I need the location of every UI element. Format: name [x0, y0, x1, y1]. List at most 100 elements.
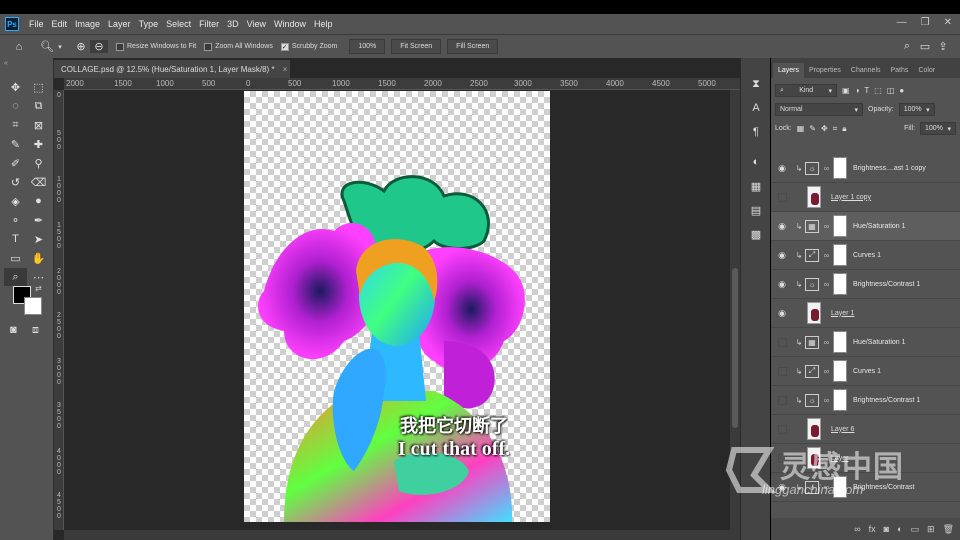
lasso-tool-icon[interactable]: ◌	[4, 97, 27, 115]
filter-toggle-icon[interactable]: ●	[899, 86, 904, 95]
chevron-down-icon[interactable]: ▾	[56, 43, 64, 51]
tab-paths[interactable]: Paths	[886, 63, 914, 78]
close-icon[interactable]: ✕	[944, 17, 952, 28]
filter-pixel-icon[interactable]: ▣	[842, 86, 850, 95]
layer-name[interactable]: Brightness/Contrast 1	[853, 281, 920, 288]
layer-mask-thumbnail[interactable]	[833, 476, 847, 498]
visibility-eye-icon[interactable]: ◉	[771, 279, 793, 290]
mask-link-icon[interactable]: ∞	[822, 396, 831, 405]
dodge-tool-icon[interactable]: ⚬	[4, 211, 27, 229]
layer-mask-thumbnail[interactable]	[833, 360, 847, 382]
tab-color[interactable]: Color	[913, 63, 940, 78]
menu-filter[interactable]: Filter	[195, 19, 223, 29]
layer-mask-thumbnail[interactable]	[833, 157, 847, 179]
path-select-icon[interactable]: ➤	[27, 230, 50, 248]
menu-edit[interactable]: Edit	[48, 19, 72, 29]
tab-layers[interactable]: Layers	[773, 63, 805, 78]
share-icon[interactable]: ⇪	[934, 40, 952, 53]
visibility-eye-icon[interactable]: ◉	[771, 250, 793, 261]
lock-pixels-icon[interactable]: ✎	[809, 124, 816, 133]
zoom-out-icon[interactable]: ⊖	[90, 40, 108, 53]
opacity-input[interactable]: 100% ▾	[898, 103, 935, 116]
layer-name[interactable]: Hue/Saturation 1	[853, 339, 906, 346]
layer-row[interactable]: ◉ ↳ ⤢ ∞ Curves 1	[771, 241, 960, 270]
lock-transparency-icon[interactable]: ▦	[797, 124, 805, 133]
layer-thumbnail[interactable]	[807, 186, 821, 208]
background-color-swatch[interactable]	[24, 297, 42, 315]
layer-thumbnail[interactable]	[807, 418, 821, 440]
menu-select[interactable]: Select	[162, 19, 195, 29]
color-wheel-icon[interactable]: ◐	[741, 150, 771, 174]
blur-tool-icon[interactable]: ●	[27, 192, 50, 210]
swap-colors-icon[interactable]: ⇄	[35, 284, 42, 293]
workspace-icon[interactable]: ▭	[916, 40, 934, 53]
visibility-eye-icon[interactable]: ◉	[771, 221, 793, 232]
layer-name[interactable]: Curves 1	[853, 252, 881, 259]
zoom-tool-active-icon[interactable]: ⌕	[4, 268, 27, 286]
menu-layer[interactable]: Layer	[104, 19, 135, 29]
delete-layer-icon[interactable]: 🗑︎	[943, 524, 954, 535]
new-group-icon[interactable]: ▭	[911, 524, 920, 535]
layer-name[interactable]: Hue/Saturation 1	[853, 223, 906, 230]
menu-type[interactable]: Type	[135, 19, 163, 29]
zoom-in-icon[interactable]: ⊕	[72, 40, 90, 53]
scrollbar-thumb[interactable]	[732, 268, 738, 428]
visibility-toggle-off-icon[interactable]	[771, 366, 793, 376]
layer-mask-thumbnail[interactable]	[833, 244, 847, 266]
blend-mode-select[interactable]: Normal ▾	[775, 103, 863, 116]
mask-link-icon[interactable]: ∞	[822, 251, 831, 260]
scrubby-zoom-checkbox[interactable]: ✓ Scrubby Zoom	[280, 42, 337, 51]
layer-thumbnail[interactable]	[807, 302, 821, 324]
layer-row[interactable]: Layer	[771, 444, 960, 473]
eyedropper-tool-icon[interactable]: ✎	[4, 135, 27, 153]
menu-help[interactable]: Help	[310, 19, 337, 29]
menu-image[interactable]: Image	[71, 19, 104, 29]
type-tool-icon[interactable]: T	[4, 230, 27, 248]
layer-row[interactable]: ◉ ↳ ▦ ∞ Hue/Saturation 1	[771, 212, 960, 241]
screen-mode-icon[interactable]: ⧈	[32, 324, 39, 337]
layer-row[interactable]: ↳ ▦ ∞ Hue/Saturation 1	[771, 328, 960, 357]
mask-link-icon[interactable]: ∞	[822, 483, 831, 492]
mask-link-icon[interactable]: ∞	[822, 338, 831, 347]
character-icon[interactable]: A	[741, 96, 771, 120]
visibility-toggle-off-icon[interactable]	[771, 453, 793, 463]
visibility-toggle-off-icon[interactable]	[771, 192, 793, 202]
mask-link-icon[interactable]: ∞	[822, 367, 831, 376]
stamp-tool-icon[interactable]: ⚲	[27, 154, 50, 172]
close-icon[interactable]: ×	[283, 65, 288, 74]
collapse-icon[interactable]: «	[4, 60, 8, 67]
mask-link-icon[interactable]: ∞	[822, 222, 831, 231]
move-tool-icon[interactable]: ✥	[4, 78, 27, 96]
layer-row[interactable]: Layer 1 copy	[771, 183, 960, 212]
visibility-eye-icon[interactable]: ◉	[771, 308, 793, 319]
swatches-icon[interactable]: ▦	[741, 174, 771, 198]
healing-brush-icon[interactable]: ✚	[27, 135, 50, 153]
layer-mask-thumbnail[interactable]	[833, 273, 847, 295]
layer-row[interactable]: ◉ Layer 1	[771, 299, 960, 328]
history-brush-icon[interactable]: ↺	[4, 173, 27, 191]
fit-screen-button[interactable]: Fit Screen	[391, 39, 442, 54]
history-icon[interactable]: ⧗	[741, 72, 771, 96]
layer-mask-thumbnail[interactable]	[833, 389, 847, 411]
layer-row[interactable]: ↳ ⤢ ∞ Curves 1	[771, 357, 960, 386]
layer-row[interactable]: ◉ ↳ ☼ ∞ Brightness/Contrast 1	[771, 270, 960, 299]
menu-3d[interactable]: 3D	[223, 19, 243, 29]
paragraph-icon[interactable]: ¶	[741, 120, 771, 144]
rectangle-tool-icon[interactable]: ▭	[4, 249, 27, 267]
fill-screen-button[interactable]: Fill Screen	[447, 39, 499, 54]
zoom-tool-icon[interactable]: 🔍︎	[38, 40, 56, 53]
link-layers-icon[interactable]: ∞	[854, 524, 860, 534]
visibility-eye-icon[interactable]: ◉	[771, 482, 793, 493]
layer-style-icon[interactable]: fx	[869, 524, 876, 534]
kind-filter-select[interactable]: ⌕ Kind ▾	[775, 84, 837, 97]
gradient-icon[interactable]: ▤	[741, 198, 771, 222]
paint-bucket-icon[interactable]: ◈	[4, 192, 27, 210]
minimize-icon[interactable]: —	[897, 17, 907, 28]
visibility-eye-icon[interactable]: ◉	[771, 163, 793, 174]
tab-properties[interactable]: Properties	[804, 63, 846, 78]
search-icon[interactable]: ⌕	[898, 40, 916, 53]
patterns-icon[interactable]: ▩	[741, 222, 771, 246]
layer-name[interactable]: Brightness/Contrast	[853, 484, 914, 491]
object-select-tool-icon[interactable]: ⧉	[27, 97, 50, 115]
layer-row[interactable]: ↳ ☼ ∞ Brightness/Contrast 1	[771, 386, 960, 415]
